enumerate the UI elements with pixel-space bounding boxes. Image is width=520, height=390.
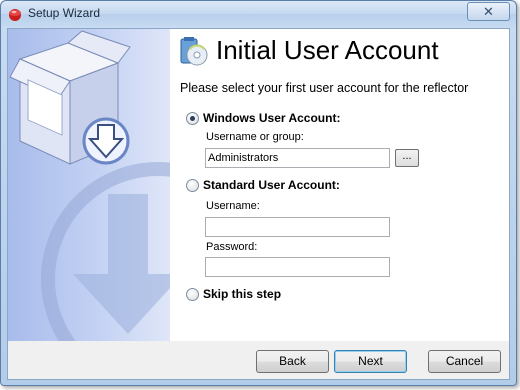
skip-step-label: Skip this step <box>203 287 282 301</box>
back-button[interactable]: Back <box>256 350 329 373</box>
skip-step-radio[interactable] <box>186 287 199 301</box>
standard-user-account-label: Standard User Account: <box>203 178 340 192</box>
setup-wizard-window: Setup Wizard ✕ Initial User Account Plea… <box>0 0 517 386</box>
side-banner-image <box>8 29 170 341</box>
close-button[interactable]: ✕ <box>467 2 510 21</box>
close-icon: ✕ <box>483 4 494 19</box>
next-button[interactable]: Next <box>334 350 407 373</box>
windows-user-account-label: Windows User Account: <box>203 111 341 125</box>
setup-box-illustration <box>9 30 170 341</box>
cancel-button[interactable]: Cancel <box>428 350 501 373</box>
standard-user-account-option[interactable]: Standard User Account: <box>186 178 340 192</box>
windows-user-account-option[interactable]: Windows User Account: <box>186 111 340 125</box>
skip-step-option[interactable]: Skip this step <box>186 287 281 301</box>
username-input[interactable] <box>205 217 390 237</box>
page-subtitle: Please select your first user account fo… <box>180 81 469 95</box>
password-input[interactable] <box>205 257 390 277</box>
wizard-client-area: Initial User Account Please select your … <box>7 28 510 380</box>
password-label: Password: <box>206 241 258 253</box>
wizard-content: Initial User Account Please select your … <box>170 29 509 341</box>
user-account-cd-icon <box>180 37 208 66</box>
page-title: Initial User Account <box>216 35 439 65</box>
windows-user-account-radio[interactable] <box>186 111 199 125</box>
app-icon <box>9 9 21 21</box>
username-or-group-label: Username or group: <box>206 131 304 143</box>
wizard-footer: Back Next Cancel <box>8 341 509 379</box>
title-bar[interactable]: Setup Wizard ✕ <box>1 1 516 27</box>
standard-user-account-radio[interactable] <box>186 178 199 192</box>
username-label: Username: <box>206 200 260 212</box>
browse-button[interactable]: ... <box>395 149 419 167</box>
username-or-group-input[interactable] <box>205 148 390 168</box>
window-title: Setup Wizard <box>28 6 101 20</box>
